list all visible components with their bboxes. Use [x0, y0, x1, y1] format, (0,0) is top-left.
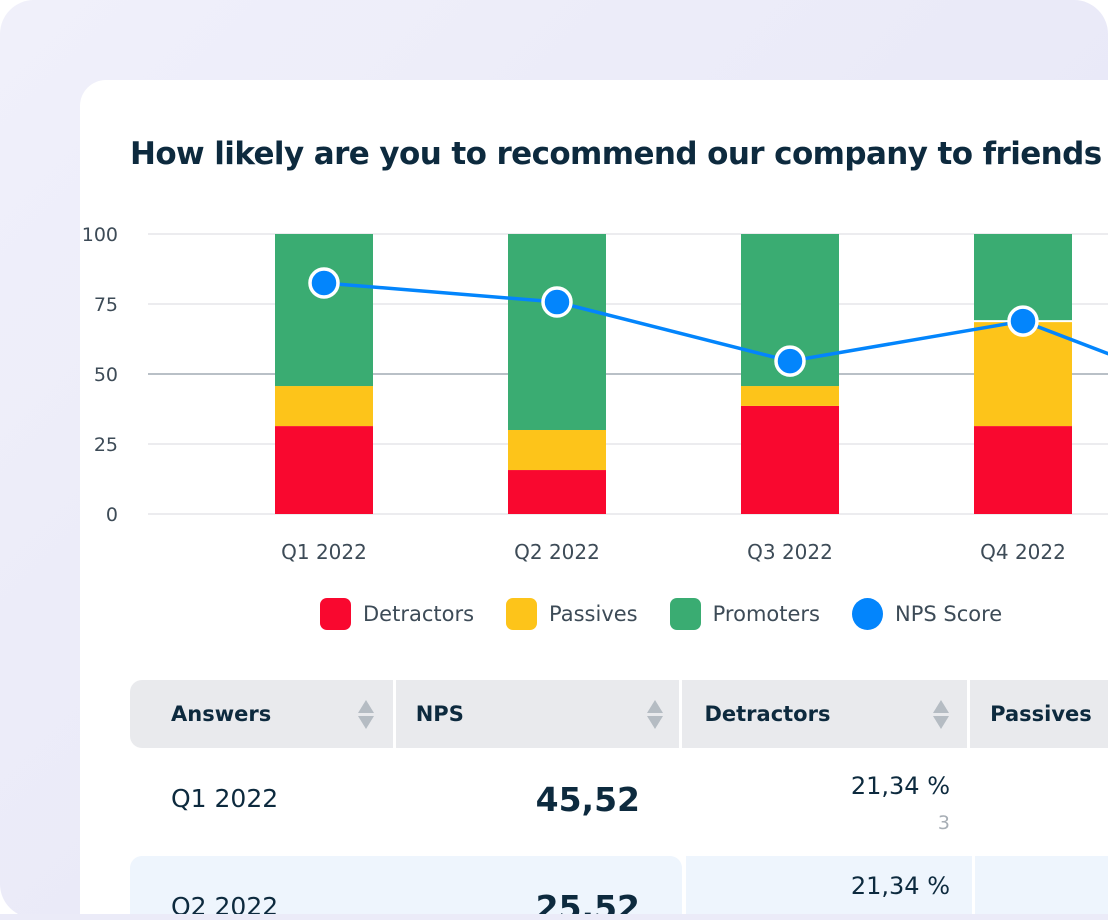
legend-swatch-detractors [320, 598, 351, 630]
bar-promoters [275, 234, 373, 387]
column-header-label: Answers [171, 702, 272, 726]
legend-item-detractors[interactable]: Detractors [320, 598, 474, 630]
sort-icon[interactable] [646, 698, 664, 732]
table-row-highlight [975, 856, 1108, 914]
cell-answer: Q2 2022 [171, 892, 279, 914]
sort-icon[interactable] [357, 698, 375, 732]
chart-legend: Detractors Passives Promoters NPS Score [320, 598, 1034, 630]
bar-passives [741, 386, 839, 406]
nps-chart: 0 25 50 75 100 Q1 2022 Q2 2022 Q3 2022 Q4 2022 [82, 224, 1108, 564]
cell-detractors-pct: 21,34 % [850, 872, 950, 900]
column-header-label: Passives [990, 702, 1092, 726]
bar-detractors [741, 405, 839, 514]
legend-item-nps-score[interactable]: NPS Score [851, 598, 1003, 630]
x-tick-label: Q3 2022 [747, 540, 833, 564]
legend-label: Detractors [363, 602, 475, 626]
legend-item-promoters[interactable]: Promoters [669, 598, 820, 630]
legend-item-passives[interactable]: Passives [506, 598, 638, 630]
column-header-answers[interactable]: Answers [130, 680, 393, 748]
y-tick-label: 100 [82, 224, 118, 246]
cell-answer: Q1 2022 [171, 784, 279, 813]
x-tick-label: Q2 2022 [514, 540, 600, 564]
bar-detractors [275, 426, 373, 514]
legend-swatch-passives [506, 598, 538, 630]
bar-passives [508, 430, 606, 471]
cell-detractors-count: 3 [937, 812, 950, 834]
bar-passives [974, 321, 1072, 427]
y-tick-label: 50 [94, 364, 118, 386]
bar-detractors [508, 470, 606, 514]
legend-label: NPS Score [894, 602, 1003, 626]
x-tick-label: Q1 2022 [281, 540, 367, 564]
column-header-passives[interactable]: Passives [970, 680, 1108, 748]
cell-detractors-pct: 21,34 % [850, 772, 950, 800]
bottom-edge [0, 914, 1108, 920]
y-axis-ticks: 0 25 50 75 100 [82, 224, 118, 526]
legend-label: Passives [549, 602, 638, 626]
nps-point [1007, 305, 1039, 337]
y-tick-label: 75 [94, 294, 118, 316]
survey-card: How likely are you to recommend our comp… [80, 80, 1108, 914]
x-axis-ticks: Q1 2022 Q2 2022 Q3 2022 Q4 2022 [281, 540, 1066, 564]
legend-label: Promoters [712, 602, 820, 626]
column-header-detractors[interactable]: Detractors [682, 680, 968, 748]
bar-passives [275, 386, 373, 427]
nps-point [774, 345, 806, 377]
sort-icon[interactable] [932, 698, 950, 732]
x-tick-label: Q4 2022 [980, 540, 1066, 564]
column-header-nps[interactable]: NPS [395, 680, 680, 748]
bar-detractors [974, 426, 1072, 514]
y-tick-label: 0 [106, 504, 118, 526]
column-header-label: Detractors [704, 702, 831, 726]
legend-swatch-nps-score [851, 598, 883, 630]
nps-point [308, 267, 340, 299]
column-header-label: NPS [415, 702, 464, 726]
y-tick-label: 25 [94, 434, 118, 456]
legend-swatch-promoters [669, 598, 701, 630]
cell-nps: 45,52 [535, 780, 640, 819]
bar-promoters [508, 234, 606, 430]
nps-point [541, 286, 573, 318]
table-header: Answers NPS Detractors Passives [130, 680, 1108, 748]
cell-nps: 25,52 [535, 888, 640, 914]
